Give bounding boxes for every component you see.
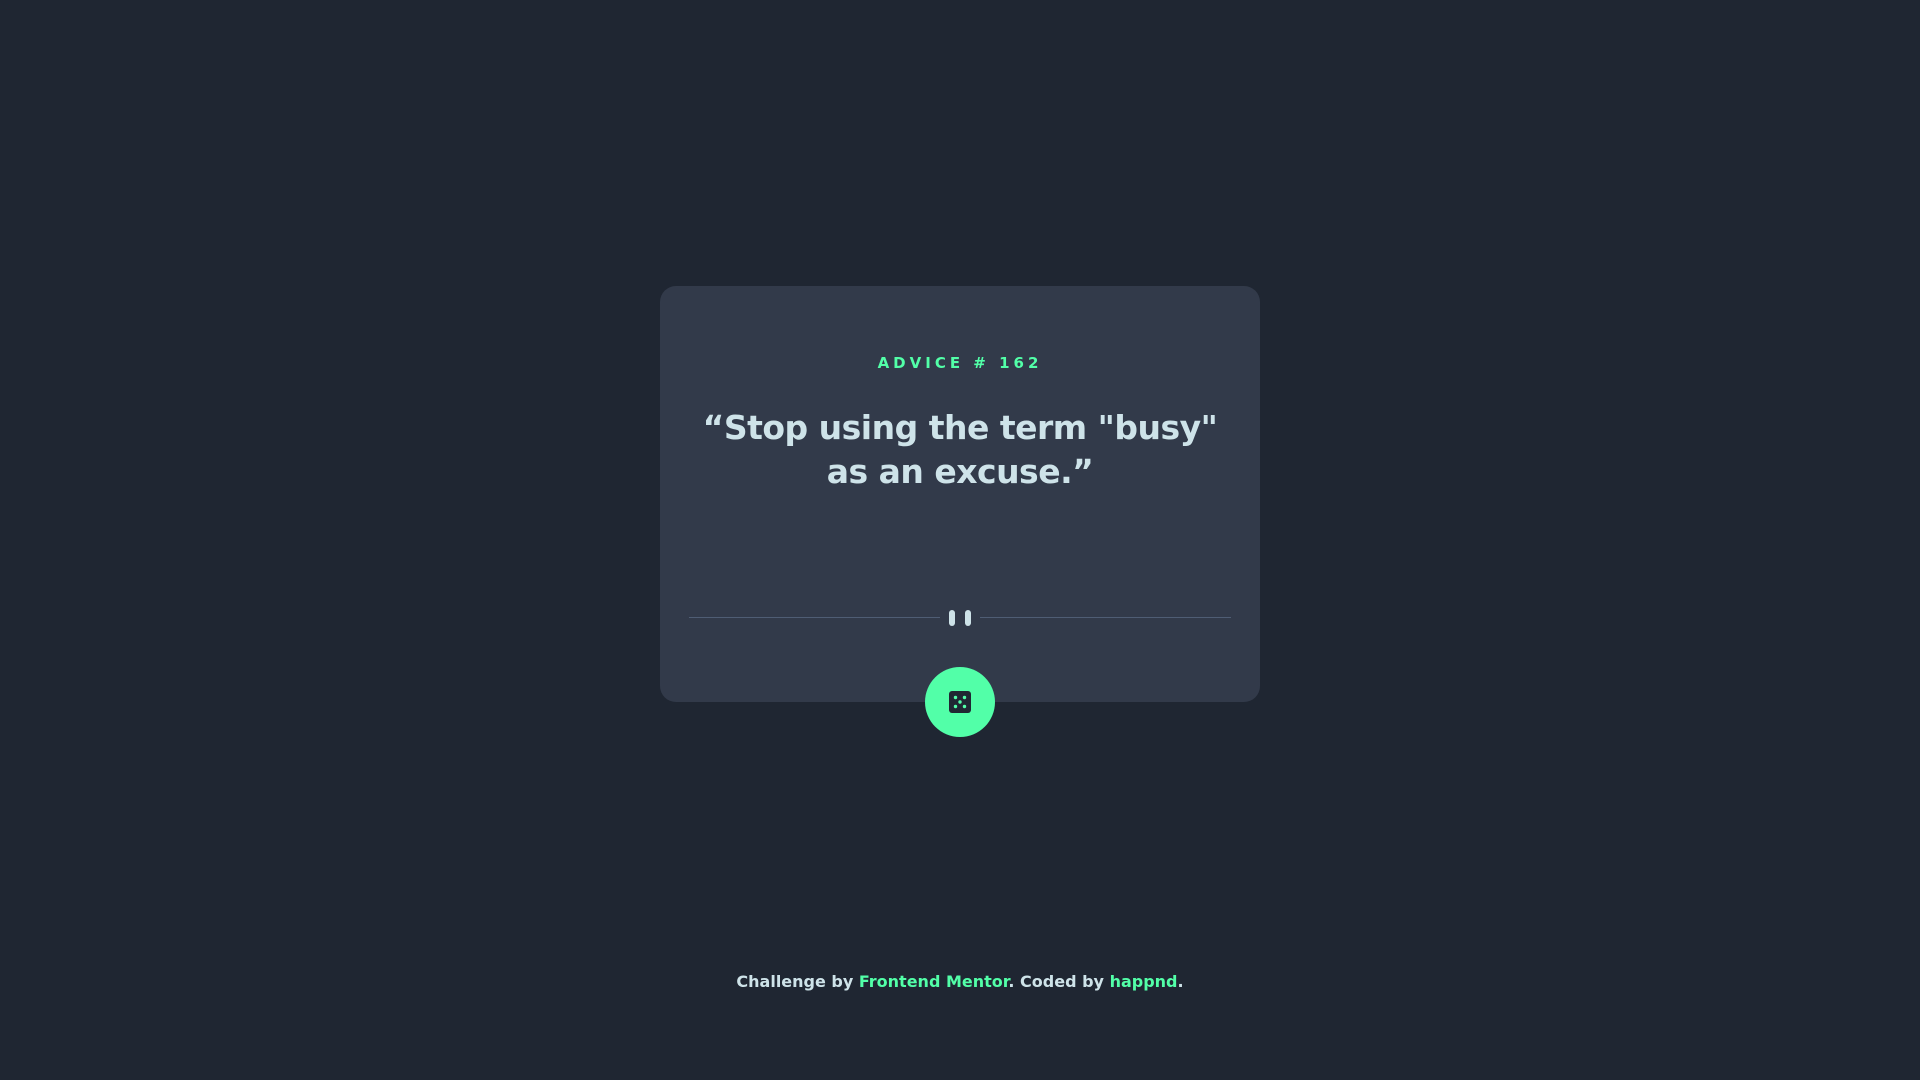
attribution-footer: Challenge by Frontend Mentor. Coded by h… <box>0 972 1920 991</box>
footer-middle: . Coded by <box>1008 972 1110 991</box>
advice-card: ADVICE # 162 “Stop using the term "busy"… <box>660 286 1260 702</box>
footer-suffix: . <box>1177 972 1184 991</box>
advice-quote: “Stop using the term "busy" as an excuse… <box>702 408 1218 491</box>
dice-icon <box>949 691 971 713</box>
divider-line-right <box>980 617 1231 618</box>
footer-prefix: Challenge by <box>736 972 859 991</box>
frontend-mentor-link[interactable]: Frontend Mentor <box>859 972 1009 991</box>
pause-icon <box>948 610 972 626</box>
advice-id: ADVICE # 162 <box>877 354 1043 372</box>
author-link[interactable]: happnd <box>1110 972 1178 991</box>
new-advice-button[interactable] <box>925 667 995 737</box>
pattern-divider <box>689 610 1231 626</box>
divider-line-left <box>689 617 940 618</box>
